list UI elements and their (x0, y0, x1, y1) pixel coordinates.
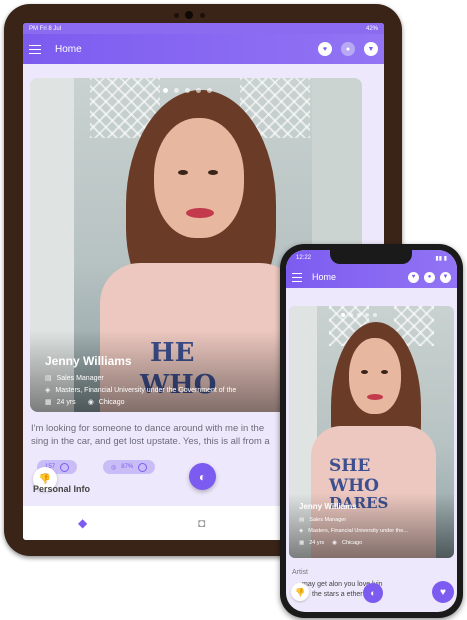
like-button[interactable]: ◐ (189, 463, 216, 490)
heart-icon: ♥ (440, 586, 446, 598)
chat-icon[interactable]: ● (424, 271, 435, 283)
photo-pager[interactable] (163, 88, 212, 93)
profile-name: Jenny Williams (299, 502, 357, 511)
profile-job: ▤ Sales Manager (299, 517, 347, 523)
status-bar: PM Fri 8 Jul 42% (23, 23, 384, 34)
briefcase-icon: ▤ (45, 375, 52, 382)
heart-icon[interactable]: ♥ (408, 271, 419, 283)
profile-card[interactable]: SHE WHO DARES Jenny Williams ▤ Sales Man… (289, 306, 454, 558)
page-title: Home (312, 272, 337, 282)
favorite-button[interactable]: ♥ (432, 581, 454, 603)
calendar-icon: ▦ (299, 540, 305, 546)
diamond-icon: ◆ (77, 516, 88, 530)
eye-icon: ◎ (111, 464, 117, 471)
filter-icon[interactable]: ▼ (364, 42, 378, 56)
graduation-icon: ◈ (45, 387, 51, 394)
phone-device: 12:22 ▮▮ ▮ Home ♥ ● ▼ SHE WHO DARES (280, 244, 463, 618)
status-battery: 42% (365, 25, 378, 32)
location-icon: ◉ (332, 540, 337, 546)
like-icon: ◐ (198, 469, 207, 484)
chip-value: 87% (121, 464, 134, 470)
status-icons: ▮▮ ▮ (435, 255, 447, 262)
location-icon: ◉ (87, 399, 94, 406)
filter-icon[interactable]: ▼ (440, 271, 451, 283)
menu-icon[interactable] (29, 44, 41, 54)
briefcase-icon: ▤ (299, 517, 305, 523)
graduation-icon: ◈ (299, 528, 304, 534)
section-title: Artist (292, 569, 308, 576)
dislike-button[interactable]: 👎 (291, 583, 309, 601)
thumbs-down-icon: 👎 (38, 473, 52, 485)
tablet-camera (170, 10, 210, 20)
like-button[interactable]: ◐ (363, 583, 383, 603)
profile-meta: ▦ 24 yrs ◉ Chicago (299, 540, 363, 546)
app-bar: Home ♥ ● ▼ (286, 266, 457, 288)
profile-meta: ▦ 24 yrs ◉ Chicago (45, 398, 125, 407)
match-chip[interactable]: ◎ 87% (103, 460, 156, 474)
message-icon: ◘ (198, 516, 206, 530)
app-bar: Home ♥ ● ▼ (23, 34, 384, 64)
nav-discover[interactable]: ◆ (23, 516, 142, 530)
chat-icon[interactable]: ● (341, 42, 355, 56)
menu-icon[interactable] (292, 272, 302, 282)
thumbs-down-icon: 👎 (295, 587, 305, 597)
status-time: 12:22 (296, 255, 312, 261)
phone-screen: 12:22 ▮▮ ▮ Home ♥ ● ▼ SHE WHO DARES (286, 250, 457, 612)
like-icon: ◐ (370, 588, 376, 598)
heart-icon[interactable]: ♥ (318, 42, 332, 56)
nav-messages[interactable]: ◘ (142, 516, 261, 530)
profile-job: ▤ Sales Manager (45, 374, 104, 383)
page-title: Home (55, 43, 82, 55)
profile-name: Jenny Williams (45, 354, 132, 368)
section-title: Personal Info (33, 484, 91, 494)
phone-notch (330, 250, 412, 264)
status-time: PM Fri 8 Jul (29, 25, 62, 32)
profile-education: ◈ Masters, Financial University under th… (299, 528, 408, 534)
calendar-icon: ▦ (45, 399, 52, 406)
photo-pager[interactable] (341, 313, 377, 317)
profile-education: ◈ Masters, Financial University under th… (45, 386, 237, 395)
